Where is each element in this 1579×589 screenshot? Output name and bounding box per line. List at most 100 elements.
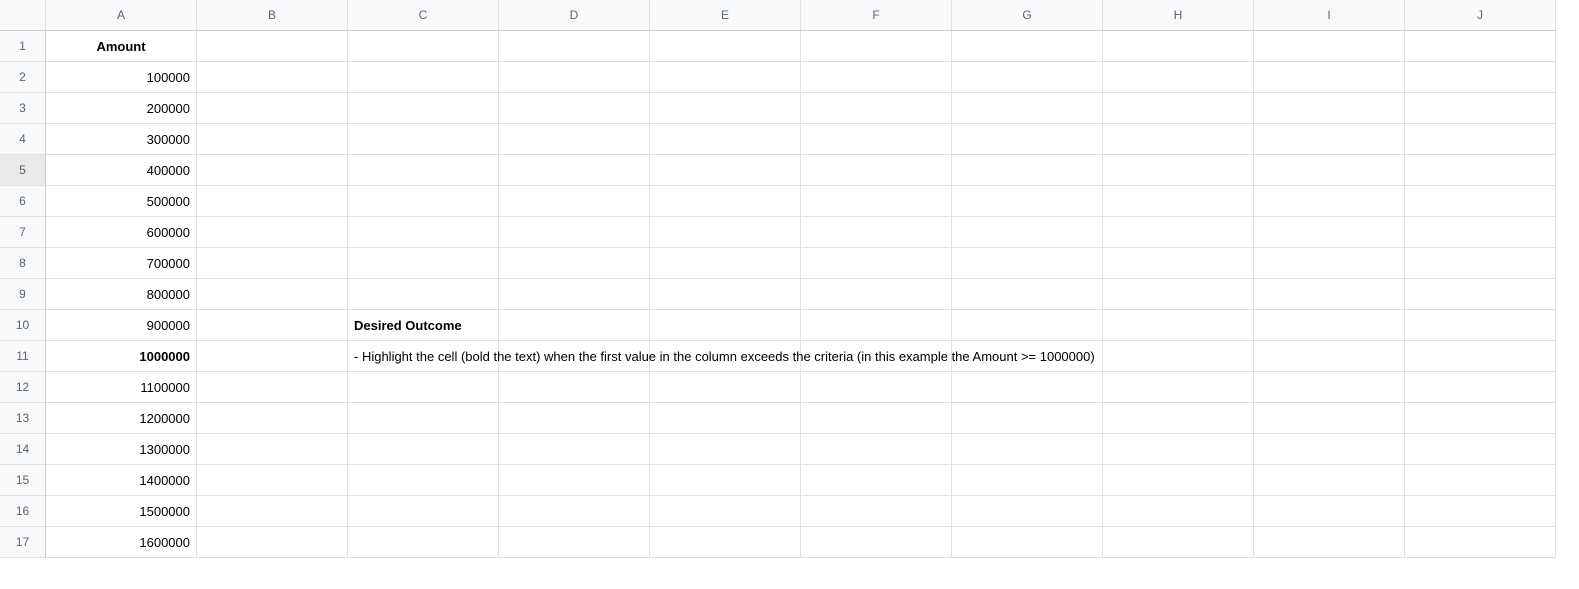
cell-C3[interactable]: [348, 93, 499, 124]
cell-C17[interactable]: [348, 527, 499, 558]
row-header-2[interactable]: 2: [0, 62, 46, 93]
cell-E9[interactable]: [650, 279, 801, 310]
cell-F17[interactable]: [801, 527, 952, 558]
cell-B7[interactable]: [197, 217, 348, 248]
cell-I9[interactable]: [1254, 279, 1405, 310]
cell-J4[interactable]: [1405, 124, 1556, 155]
cell-H10[interactable]: [1103, 310, 1254, 341]
cell-E15[interactable]: [650, 465, 801, 496]
cell-I6[interactable]: [1254, 186, 1405, 217]
cell-D5[interactable]: [499, 155, 650, 186]
cell-H1[interactable]: [1103, 31, 1254, 62]
cell-E13[interactable]: [650, 403, 801, 434]
cell-D7[interactable]: [499, 217, 650, 248]
cell-B2[interactable]: [197, 62, 348, 93]
cell-B1[interactable]: [197, 31, 348, 62]
cell-J13[interactable]: [1405, 403, 1556, 434]
cell-J16[interactable]: [1405, 496, 1556, 527]
cell-A17[interactable]: 1600000: [46, 527, 197, 558]
cell-J6[interactable]: [1405, 186, 1556, 217]
cell-J2[interactable]: [1405, 62, 1556, 93]
column-header-C[interactable]: C: [348, 0, 499, 31]
cell-J8[interactable]: [1405, 248, 1556, 279]
column-header-D[interactable]: D: [499, 0, 650, 31]
cell-B10[interactable]: [197, 310, 348, 341]
cell-D12[interactable]: [499, 372, 650, 403]
cell-F3[interactable]: [801, 93, 952, 124]
cell-G1[interactable]: [952, 31, 1103, 62]
cell-G9[interactable]: [952, 279, 1103, 310]
cell-C8[interactable]: [348, 248, 499, 279]
cell-C15[interactable]: [348, 465, 499, 496]
cell-H12[interactable]: [1103, 372, 1254, 403]
cell-H5[interactable]: [1103, 155, 1254, 186]
cell-D9[interactable]: [499, 279, 650, 310]
cell-A12[interactable]: 1100000: [46, 372, 197, 403]
cell-B5[interactable]: [197, 155, 348, 186]
column-header-F[interactable]: F: [801, 0, 952, 31]
cell-I17[interactable]: [1254, 527, 1405, 558]
cell-J7[interactable]: [1405, 217, 1556, 248]
column-header-H[interactable]: H: [1103, 0, 1254, 31]
select-all-corner[interactable]: [0, 0, 46, 31]
cell-G10[interactable]: [952, 310, 1103, 341]
cell-E5[interactable]: [650, 155, 801, 186]
cell-E8[interactable]: [650, 248, 801, 279]
cell-A9[interactable]: 800000: [46, 279, 197, 310]
cell-B17[interactable]: [197, 527, 348, 558]
cell-E6[interactable]: [650, 186, 801, 217]
cell-G3[interactable]: [952, 93, 1103, 124]
cell-H8[interactable]: [1103, 248, 1254, 279]
cell-G13[interactable]: [952, 403, 1103, 434]
cell-H13[interactable]: [1103, 403, 1254, 434]
cell-I7[interactable]: [1254, 217, 1405, 248]
cell-D14[interactable]: [499, 434, 650, 465]
cell-A13[interactable]: 1200000: [46, 403, 197, 434]
row-header-15[interactable]: 15: [0, 465, 46, 496]
row-header-12[interactable]: 12: [0, 372, 46, 403]
cell-A6[interactable]: 500000: [46, 186, 197, 217]
cell-G6[interactable]: [952, 186, 1103, 217]
cell-B14[interactable]: [197, 434, 348, 465]
cell-G8[interactable]: [952, 248, 1103, 279]
cell-B8[interactable]: [197, 248, 348, 279]
cell-C2[interactable]: [348, 62, 499, 93]
cell-I16[interactable]: [1254, 496, 1405, 527]
cell-H16[interactable]: [1103, 496, 1254, 527]
cell-A4[interactable]: 300000: [46, 124, 197, 155]
cell-C4[interactable]: [348, 124, 499, 155]
cell-D1[interactable]: [499, 31, 650, 62]
row-header-9[interactable]: 9: [0, 279, 46, 310]
cell-A7[interactable]: 600000: [46, 217, 197, 248]
cell-I8[interactable]: [1254, 248, 1405, 279]
cell-A10[interactable]: 900000: [46, 310, 197, 341]
cell-J9[interactable]: [1405, 279, 1556, 310]
row-header-17[interactable]: 17: [0, 527, 46, 558]
cell-F6[interactable]: [801, 186, 952, 217]
cell-C9[interactable]: [348, 279, 499, 310]
cell-H9[interactable]: [1103, 279, 1254, 310]
row-header-3[interactable]: 3: [0, 93, 46, 124]
cell-J3[interactable]: [1405, 93, 1556, 124]
cell-G7[interactable]: [952, 217, 1103, 248]
column-header-I[interactable]: I: [1254, 0, 1405, 31]
cell-D15[interactable]: [499, 465, 650, 496]
cell-F10[interactable]: [801, 310, 952, 341]
cell-F2[interactable]: [801, 62, 952, 93]
cell-G4[interactable]: [952, 124, 1103, 155]
cell-C12[interactable]: [348, 372, 499, 403]
cell-E2[interactable]: [650, 62, 801, 93]
column-header-E[interactable]: E: [650, 0, 801, 31]
cell-I2[interactable]: [1254, 62, 1405, 93]
cell-B3[interactable]: [197, 93, 348, 124]
cell-J1[interactable]: [1405, 31, 1556, 62]
cell-A5[interactable]: 400000: [46, 155, 197, 186]
cell-A3[interactable]: 200000: [46, 93, 197, 124]
cell-I1[interactable]: [1254, 31, 1405, 62]
cell-G2[interactable]: [952, 62, 1103, 93]
cell-A16[interactable]: 1500000: [46, 496, 197, 527]
row-header-13[interactable]: 13: [0, 403, 46, 434]
cell-C11[interactable]: - Highlight the cell (bold the text) whe…: [348, 341, 499, 372]
cell-D8[interactable]: [499, 248, 650, 279]
cell-H7[interactable]: [1103, 217, 1254, 248]
